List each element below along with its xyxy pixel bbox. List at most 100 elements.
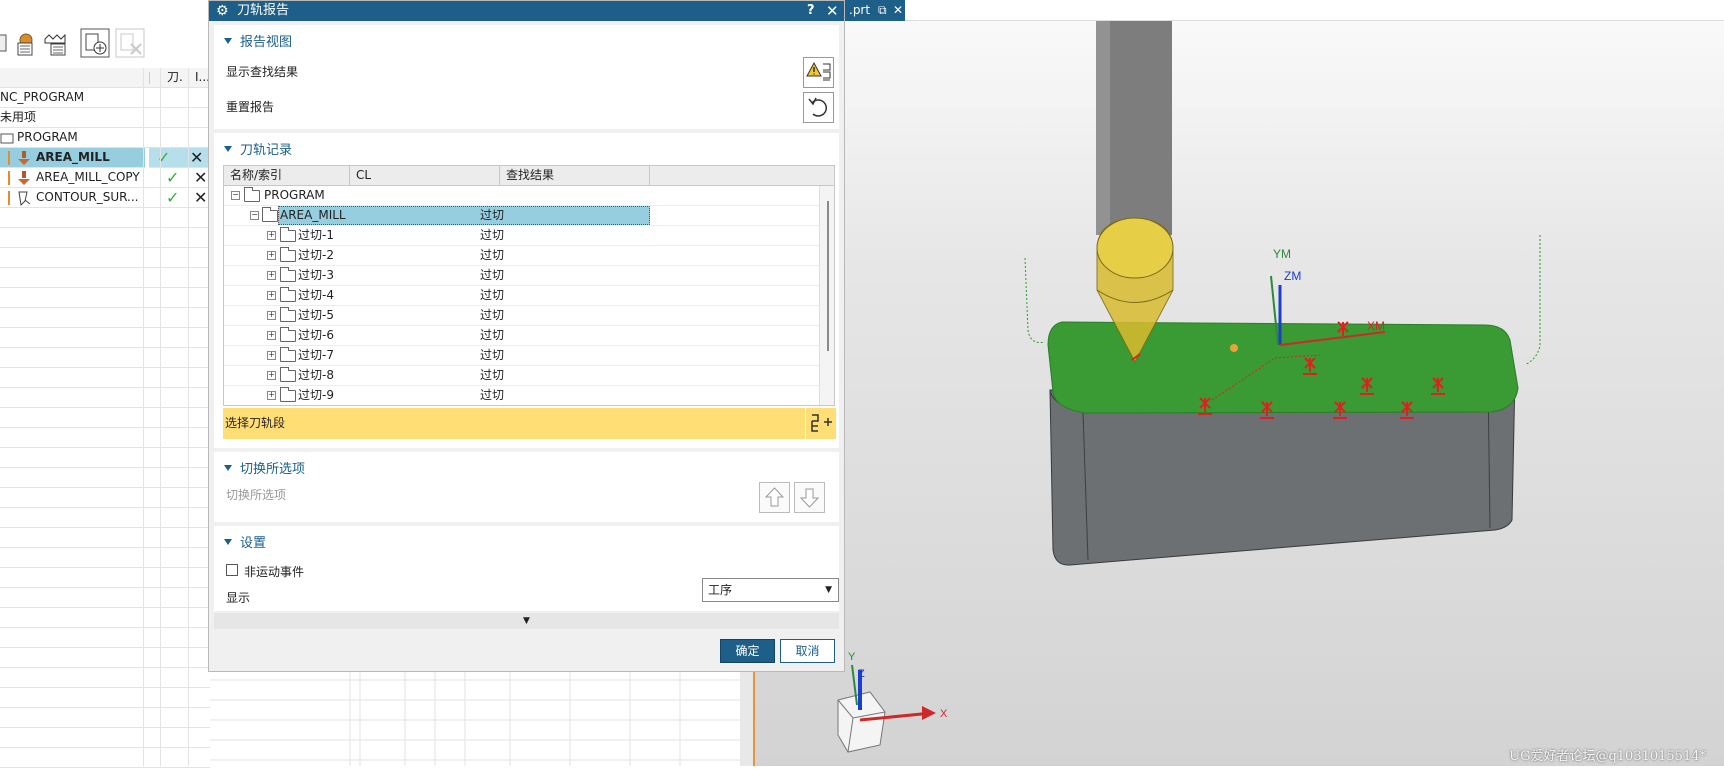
collapse-icon[interactable]: −	[231, 191, 240, 200]
section-header[interactable]: 刀轨记录	[224, 139, 292, 158]
tree-row-result: 过切	[480, 268, 505, 282]
move-down-button[interactable]	[794, 482, 825, 513]
tree-row[interactable]: + 过切-4 过切	[224, 286, 819, 306]
column-header-name[interactable]: 名称/索引	[224, 166, 350, 186]
tree-scrollbar[interactable]	[819, 186, 834, 405]
tree-row-selected[interactable]: − AREA_MILL 过切	[224, 206, 819, 226]
expand-icon[interactable]: +	[267, 311, 276, 320]
move-up-button[interactable]	[759, 482, 790, 513]
tree-row[interactable]: + 过切-5 过切	[224, 306, 819, 326]
part-tab-label: .prt	[849, 3, 871, 17]
empty-row	[0, 268, 210, 288]
dialog-title: 刀轨报告	[237, 3, 290, 18]
tree-row-name: 过切-6	[298, 328, 334, 342]
check-icon: ✓	[157, 148, 171, 167]
navigator-row[interactable]: AREA_MILL_COPY ✓ ✕	[0, 168, 210, 188]
model-scene[interactable]: YM ZM XM Y Z X	[755, 0, 1724, 766]
zm-label: ZM	[1284, 269, 1301, 283]
reset-report-button[interactable]	[803, 92, 834, 123]
tree-row[interactable]: + 过切-7 过切	[224, 346, 819, 366]
tree-row[interactable]: + 过切-3 过切	[224, 266, 819, 286]
select-segment-row[interactable]: 选择刀轨段	[223, 408, 823, 439]
close-icon[interactable]: ✕	[826, 1, 839, 21]
method-icon[interactable]	[10, 29, 38, 57]
tree-row[interactable]: + 过切-2 过切	[224, 246, 819, 266]
pin-icon[interactable]: ⧉	[878, 0, 887, 20]
section-header[interactable]: 报告视图	[224, 31, 292, 50]
navigator-row[interactable]: NC_PROGRAM	[0, 88, 210, 108]
navigator-row[interactable]: 未用项	[0, 108, 210, 128]
show-results-label: 显示查找结果	[226, 65, 299, 79]
column-divider	[149, 72, 152, 84]
dialog-titlebar[interactable]: ⚙ 刀轨报告 ? ✕	[209, 1, 844, 21]
empty-row	[0, 508, 210, 528]
cross-icon: ✕	[194, 168, 208, 187]
help-icon[interactable]: ?	[807, 1, 815, 21]
toolpath-exit	[1524, 235, 1541, 366]
tree-row-result: 过切	[480, 348, 505, 362]
tree-row[interactable]: − PROGRAM	[224, 186, 819, 206]
contour-operation-icon	[18, 191, 31, 206]
select-segment-button[interactable]	[805, 408, 836, 439]
display-select[interactable]: 工序 ▼	[702, 578, 839, 602]
graphics-tabbar	[845, 0, 1724, 21]
non-motion-label: 非运动事件	[244, 565, 305, 579]
expand-icon[interactable]: +	[267, 271, 276, 280]
navigator-row[interactable]: PROGRAM	[0, 128, 210, 148]
expand-icon[interactable]: +	[267, 291, 276, 300]
delete-icon[interactable]	[115, 28, 145, 58]
navigator-row-selected[interactable]: AREA_MILL	[0, 148, 145, 168]
ok-button[interactable]: 确定	[720, 639, 775, 663]
geometry-icon[interactable]	[42, 29, 70, 57]
navigator-row-label: 未用项	[0, 110, 37, 124]
empty-row	[0, 748, 210, 768]
folder-icon	[280, 327, 296, 342]
navigator-row-label: AREA_MILL	[36, 150, 110, 164]
expand-icon[interactable]: +	[267, 331, 276, 340]
origin-point	[1230, 344, 1238, 352]
expand-icon[interactable]: +	[267, 231, 276, 240]
tool-shank-highlight	[1096, 20, 1110, 235]
show-results-button[interactable]	[803, 57, 834, 88]
watermark-text: UG爱好者论坛@q103101551​4*	[1509, 749, 1706, 764]
non-motion-checkbox[interactable]	[226, 564, 238, 576]
section-header[interactable]: 设置	[224, 532, 266, 551]
cancel-button[interactable]: 取消	[780, 639, 835, 663]
collapse-icon[interactable]: −	[250, 211, 259, 220]
expand-icon[interactable]: +	[267, 351, 276, 360]
tree-row-result: 过切	[480, 388, 505, 402]
graphics-viewport[interactable]: YM ZM XM Y Z X	[755, 0, 1724, 766]
folder-icon	[280, 347, 296, 362]
navigator-row[interactable]: CONTOUR_SUR... ✓ ✕	[0, 188, 210, 208]
empty-row	[0, 248, 210, 268]
records-tree[interactable]: 名称/索引 CL 查找结果 − PROGRAM − AREA_MILL 过切 +…	[223, 165, 835, 406]
empty-row	[0, 468, 210, 488]
scrollbar-thumb[interactable]	[827, 201, 829, 351]
expand-icon[interactable]: +	[267, 391, 276, 400]
tree-row[interactable]: + 过切-6 过切	[224, 326, 819, 346]
tree-row[interactable]: + 过切-8 过切	[224, 366, 819, 386]
toolpath-report-dialog: ⚙ 刀轨报告 ? ✕ 报告视图 显示查找结果 重置报告 刀轨记录 名称/索引 C…	[208, 0, 845, 672]
navigator-row-label: PROGRAM	[17, 130, 78, 144]
column-header-result[interactable]: 查找结果	[500, 166, 650, 186]
empty-row	[0, 728, 210, 748]
close-tab-icon[interactable]: ✕	[893, 0, 903, 20]
part-tab[interactable]: .prt ⧉ ✕	[845, 0, 905, 21]
more-options-toggle[interactable]: ▼	[214, 613, 839, 629]
expand-icon[interactable]: +	[267, 371, 276, 380]
column-header-cl[interactable]: CL	[350, 166, 500, 186]
warning-list-icon	[806, 61, 831, 81]
tree-row[interactable]: + 过切-9 过切	[224, 386, 819, 405]
expand-icon[interactable]: +	[267, 251, 276, 260]
check-icon: ✓	[166, 168, 180, 187]
triad-z-label: Z	[858, 668, 865, 680]
create-program-icon[interactable]	[80, 28, 110, 58]
tree-row-result: 过切	[480, 248, 505, 262]
column-header-tool[interactable]: 刀.	[167, 68, 183, 87]
part-top-face	[1047, 321, 1519, 414]
section-header[interactable]: 切换所选项	[224, 458, 305, 477]
tree-row[interactable]: + 过切-1 过切	[224, 226, 819, 246]
triad-y-label: Y	[848, 651, 856, 663]
mill-operation-icon	[18, 171, 30, 185]
display-label: 显示	[226, 591, 251, 605]
